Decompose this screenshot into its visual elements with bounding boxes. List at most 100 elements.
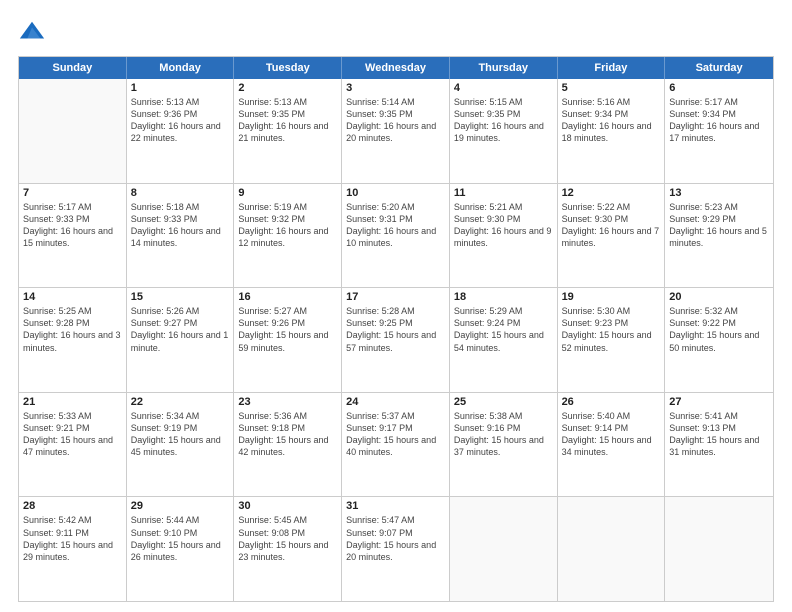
- day-number: 29: [131, 500, 230, 512]
- sun-info: Sunrise: 5:25 AM Sunset: 9:28 PM Dayligh…: [23, 305, 122, 354]
- day-number: 5: [562, 82, 661, 94]
- day-cell-4: 4Sunrise: 5:15 AM Sunset: 9:35 PM Daylig…: [450, 79, 558, 183]
- day-cell-10: 10Sunrise: 5:20 AM Sunset: 9:31 PM Dayli…: [342, 184, 450, 288]
- weekday-header-thursday: Thursday: [450, 57, 558, 79]
- day-cell-28: 28 Sunrise: 5:42 AM Sunset: 9:11 PM Dayli…: [19, 497, 127, 601]
- page: SundayMondayTuesdayWednesdayThursdayFrid…: [0, 0, 792, 612]
- day-cell-11: 11 Sunrise: 5:21 AM Sunset: 9:30 PM Dayli…: [450, 184, 558, 288]
- day-number: 14: [23, 291, 122, 303]
- day-cell-31: 31Sunrise: 5:47 AM Sunset: 9:07 PM Dayli…: [342, 497, 450, 601]
- sun-info: Sunrise: 5:47 AM Sunset: 9:07 PM Dayligh…: [346, 514, 445, 563]
- sun-info: Sunrise: 5:33 AM Sunset: 9:21 PM Dayligh…: [23, 410, 122, 459]
- day-cell-23: 23 Sunrise: 5:36 AM Sunset: 9:18 PM Dayli…: [234, 393, 342, 497]
- day-cell-12: 12Sunrise: 5:22 AM Sunset: 9:30 PM Dayli…: [558, 184, 666, 288]
- day-number: 26: [562, 396, 661, 408]
- sun-info: Sunrise: 5:45 AM Sunset: 9:08 PM Dayligh…: [238, 514, 337, 563]
- day-cell-26: 26 Sunrise: 5:40 AM Sunset: 9:14 PM Dayli…: [558, 393, 666, 497]
- day-cell-18: 18 Sunrise: 5:29 AM Sunset: 9:24 PM Dayli…: [450, 288, 558, 392]
- calendar-header: SundayMondayTuesdayWednesdayThursdayFrid…: [19, 57, 773, 79]
- weekday-header-friday: Friday: [558, 57, 666, 79]
- sun-info: Sunrise: 5:36 AM Sunset: 9:18 PM Dayligh…: [238, 410, 337, 459]
- day-number: 18: [454, 291, 553, 303]
- day-cell-6: 6 Sunrise: 5:17 AM Sunset: 9:34 PM Daylig…: [665, 79, 773, 183]
- weekday-header-saturday: Saturday: [665, 57, 773, 79]
- sun-info: Sunrise: 5:23 AM Sunset: 9:29 PM Dayligh…: [669, 201, 769, 250]
- empty-cell: [665, 497, 773, 601]
- day-number: 16: [238, 291, 337, 303]
- day-number: 24: [346, 396, 445, 408]
- day-cell-3: 3Sunrise: 5:14 AM Sunset: 9:35 PM Daylig…: [342, 79, 450, 183]
- empty-cell: [450, 497, 558, 601]
- sun-info: Sunrise: 5:26 AM Sunset: 9:27 PM Dayligh…: [131, 305, 230, 354]
- day-number: 9: [238, 187, 337, 199]
- sun-info: Sunrise: 5:18 AM Sunset: 9:33 PM Dayligh…: [131, 201, 230, 250]
- calendar-row-1: 1Sunrise: 5:13 AM Sunset: 9:36 PM Daylig…: [19, 79, 773, 184]
- sun-info: Sunrise: 5:17 AM Sunset: 9:34 PM Dayligh…: [669, 96, 769, 145]
- day-cell-22: 22 Sunrise: 5:34 AM Sunset: 9:19 PM Dayli…: [127, 393, 235, 497]
- calendar-row-4: 21 Sunrise: 5:33 AM Sunset: 9:21 PM Dayli…: [19, 393, 773, 498]
- day-number: 25: [454, 396, 553, 408]
- weekday-header-wednesday: Wednesday: [342, 57, 450, 79]
- day-cell-1: 1Sunrise: 5:13 AM Sunset: 9:36 PM Daylig…: [127, 79, 235, 183]
- weekday-header-monday: Monday: [127, 57, 235, 79]
- day-cell-5: 5 Sunrise: 5:16 AM Sunset: 9:34 PM Daylig…: [558, 79, 666, 183]
- day-number: 1: [131, 82, 230, 94]
- sun-info: Sunrise: 5:21 AM Sunset: 9:30 PM Dayligh…: [454, 201, 553, 250]
- day-cell-24: 24 Sunrise: 5:37 AM Sunset: 9:17 PM Dayli…: [342, 393, 450, 497]
- sun-info: Sunrise: 5:38 AM Sunset: 9:16 PM Dayligh…: [454, 410, 553, 459]
- sun-info: Sunrise: 5:19 AM Sunset: 9:32 PM Dayligh…: [238, 201, 337, 250]
- day-number: 23: [238, 396, 337, 408]
- day-number: 15: [131, 291, 230, 303]
- day-cell-8: 8 Sunrise: 5:18 AM Sunset: 9:33 PM Daylig…: [127, 184, 235, 288]
- day-cell-7: 7 Sunrise: 5:17 AM Sunset: 9:33 PM Daylig…: [19, 184, 127, 288]
- day-cell-2: 2 Sunrise: 5:13 AM Sunset: 9:35 PM Daylig…: [234, 79, 342, 183]
- day-cell-30: 30 Sunrise: 5:45 AM Sunset: 9:08 PM Dayli…: [234, 497, 342, 601]
- sun-info: Sunrise: 5:42 AM Sunset: 9:11 PM Dayligh…: [23, 514, 122, 563]
- day-cell-19: 19Sunrise: 5:30 AM Sunset: 9:23 PM Dayli…: [558, 288, 666, 392]
- logo-icon: [18, 18, 46, 46]
- day-number: 21: [23, 396, 122, 408]
- day-number: 8: [131, 187, 230, 199]
- day-number: 7: [23, 187, 122, 199]
- day-number: 28: [23, 500, 122, 512]
- weekday-header-tuesday: Tuesday: [234, 57, 342, 79]
- day-number: 6: [669, 82, 769, 94]
- day-number: 13: [669, 187, 769, 199]
- sun-info: Sunrise: 5:34 AM Sunset: 9:19 PM Dayligh…: [131, 410, 230, 459]
- sun-info: Sunrise: 5:27 AM Sunset: 9:26 PM Dayligh…: [238, 305, 337, 354]
- sun-info: Sunrise: 5:14 AM Sunset: 9:35 PM Dayligh…: [346, 96, 445, 145]
- day-cell-15: 15 Sunrise: 5:26 AM Sunset: 9:27 PM Dayli…: [127, 288, 235, 392]
- day-number: 19: [562, 291, 661, 303]
- sun-info: Sunrise: 5:13 AM Sunset: 9:35 PM Dayligh…: [238, 96, 337, 145]
- day-cell-14: 14 Sunrise: 5:25 AM Sunset: 9:28 PM Dayli…: [19, 288, 127, 392]
- day-cell-27: 27 Sunrise: 5:41 AM Sunset: 9:13 PM Dayli…: [665, 393, 773, 497]
- header: [18, 18, 774, 46]
- empty-cell: [558, 497, 666, 601]
- day-cell-13: 13 Sunrise: 5:23 AM Sunset: 9:29 PM Dayli…: [665, 184, 773, 288]
- sun-info: Sunrise: 5:15 AM Sunset: 9:35 PM Dayligh…: [454, 96, 553, 145]
- day-number: 22: [131, 396, 230, 408]
- day-number: 20: [669, 291, 769, 303]
- calendar-row-2: 7 Sunrise: 5:17 AM Sunset: 9:33 PM Daylig…: [19, 184, 773, 289]
- sun-info: Sunrise: 5:37 AM Sunset: 9:17 PM Dayligh…: [346, 410, 445, 459]
- day-number: 17: [346, 291, 445, 303]
- day-number: 2: [238, 82, 337, 94]
- day-cell-9: 9 Sunrise: 5:19 AM Sunset: 9:32 PM Daylig…: [234, 184, 342, 288]
- day-cell-20: 20Sunrise: 5:32 AM Sunset: 9:22 PM Dayli…: [665, 288, 773, 392]
- day-number: 27: [669, 396, 769, 408]
- empty-cell: [19, 79, 127, 183]
- day-number: 11: [454, 187, 553, 199]
- day-number: 30: [238, 500, 337, 512]
- calendar-row-5: 28 Sunrise: 5:42 AM Sunset: 9:11 PM Dayli…: [19, 497, 773, 601]
- sun-info: Sunrise: 5:29 AM Sunset: 9:24 PM Dayligh…: [454, 305, 553, 354]
- sun-info: Sunrise: 5:16 AM Sunset: 9:34 PM Dayligh…: [562, 96, 661, 145]
- day-cell-16: 16 Sunrise: 5:27 AM Sunset: 9:26 PM Dayli…: [234, 288, 342, 392]
- sun-info: Sunrise: 5:40 AM Sunset: 9:14 PM Dayligh…: [562, 410, 661, 459]
- sun-info: Sunrise: 5:17 AM Sunset: 9:33 PM Dayligh…: [23, 201, 122, 250]
- sun-info: Sunrise: 5:41 AM Sunset: 9:13 PM Dayligh…: [669, 410, 769, 459]
- calendar-row-3: 14 Sunrise: 5:25 AM Sunset: 9:28 PM Dayli…: [19, 288, 773, 393]
- sun-info: Sunrise: 5:22 AM Sunset: 9:30 PM Dayligh…: [562, 201, 661, 250]
- day-cell-25: 25 Sunrise: 5:38 AM Sunset: 9:16 PM Dayli…: [450, 393, 558, 497]
- day-cell-17: 17Sunrise: 5:28 AM Sunset: 9:25 PM Dayli…: [342, 288, 450, 392]
- weekday-header-sunday: Sunday: [19, 57, 127, 79]
